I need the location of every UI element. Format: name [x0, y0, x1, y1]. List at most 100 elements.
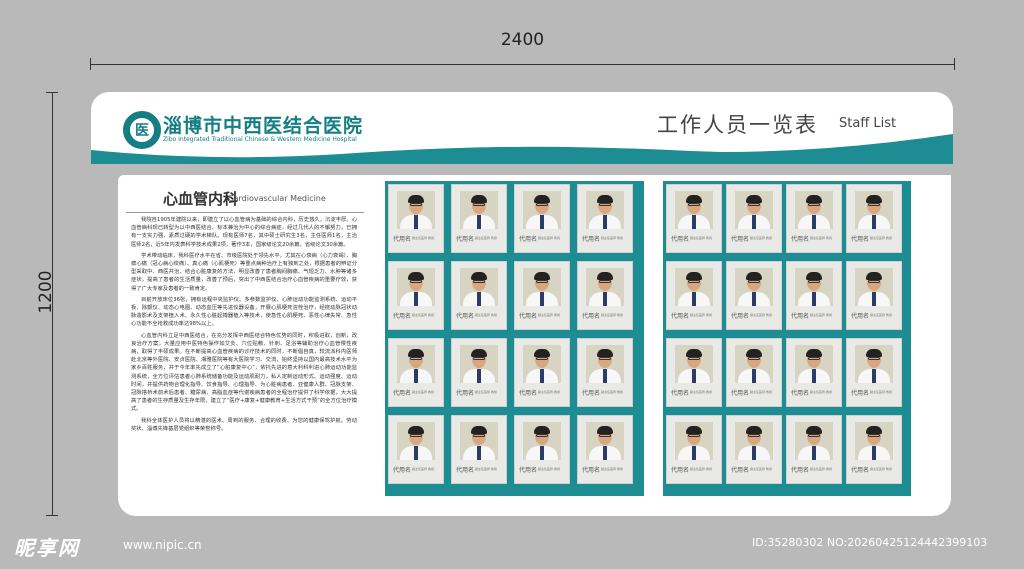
- staff-card: 代用名 副主任医师 教授: [786, 338, 842, 407]
- staff-card: 代用名 副主任医师 教授: [388, 184, 444, 253]
- staff-title: 副主任医师 教授: [601, 236, 623, 240]
- staff-card: 代用名 副主任医师 教授: [514, 415, 570, 484]
- staff-name: 代用名: [671, 467, 690, 474]
- staff-title: 副主任医师 教授: [870, 390, 892, 394]
- staff-title: 副主任医师 教授: [750, 313, 772, 317]
- staff-card: 代用名 副主任医师 教授: [846, 338, 902, 407]
- staff-photo: [460, 268, 498, 306]
- height-dimension: 1200: [36, 92, 58, 516]
- watermark-url: www.nipic.cn: [123, 538, 202, 552]
- staff-photo: [586, 268, 624, 306]
- staff-title: 副主任医师 教授: [690, 390, 712, 394]
- staff-photo: [735, 268, 773, 306]
- staff-card: 代用名 副主任医师 教授: [786, 415, 842, 484]
- staff-card: 代用名 副主任医师 教授: [577, 261, 633, 330]
- staff-card: 代用名 副主任医师 教授: [451, 261, 507, 330]
- staff-card: 代用名 副主任医师 教授: [786, 184, 842, 253]
- staff-name: 代用名: [519, 390, 538, 397]
- staff-photo: [795, 191, 833, 229]
- staff-title: 副主任医师 教授: [870, 236, 892, 240]
- staff-photo: [460, 191, 498, 229]
- staff-title: 副主任医师 教授: [601, 467, 623, 471]
- width-dimension-label: 2400: [500, 30, 545, 50]
- department-title-en: Cardiovascular Medicine: [228, 194, 326, 203]
- staff-name: 代用名: [393, 236, 412, 243]
- staff-name: 代用名: [519, 313, 538, 320]
- staff-name: 代用名: [582, 313, 601, 320]
- staff-photo: [855, 422, 893, 460]
- staff-photo: [586, 191, 624, 229]
- staff-photo: [397, 422, 435, 460]
- staff-card: 代用名 副主任医师 教授: [666, 338, 722, 407]
- staff-card: 代用名 副主任医师 教授: [577, 184, 633, 253]
- staff-photo: [523, 345, 561, 383]
- staff-name: 代用名: [456, 313, 475, 320]
- staff-card: 代用名 副主任医师 教授: [388, 415, 444, 484]
- staff-photo: [523, 268, 561, 306]
- staff-photo: [397, 345, 435, 383]
- staff-title: 副主任医师 教授: [750, 390, 772, 394]
- staff-title: 副主任医师 教授: [475, 313, 497, 317]
- staff-name: 代用名: [582, 390, 601, 397]
- staff-photo: [523, 422, 561, 460]
- staff-title: 副主任医师 教授: [412, 467, 434, 471]
- staff-title: 副主任医师 教授: [690, 313, 712, 317]
- staff-card: 代用名 副主任医师 教授: [666, 184, 722, 253]
- staff-card: 代用名 副主任医师 教授: [726, 415, 782, 484]
- staff-card: 代用名 副主任医师 教授: [388, 261, 444, 330]
- staff-photo: [523, 191, 561, 229]
- department-title: 心血管内科: [163, 190, 239, 208]
- staff-title: 副主任医师 教授: [412, 236, 434, 240]
- staff-name: 代用名: [393, 313, 412, 320]
- staff-list-title-en: Staff List: [839, 116, 897, 131]
- staff-title: 副主任医师 教授: [475, 236, 497, 240]
- watermark-site: 昵享网: [14, 536, 80, 560]
- hospital-name-en: Zibo Integrated Traditional Chinese & We…: [163, 136, 357, 143]
- staff-photo: [735, 422, 773, 460]
- staff-photo: [735, 345, 773, 383]
- staff-name: 代用名: [731, 236, 750, 243]
- logo-glyph: 医: [130, 118, 154, 142]
- staff-name: 代用名: [851, 390, 870, 397]
- staff-name: 代用名: [671, 390, 690, 397]
- staff-photo: [675, 191, 713, 229]
- height-dimension-label: 1200: [36, 270, 56, 314]
- staff-name: 代用名: [519, 236, 538, 243]
- staff-photo: [460, 422, 498, 460]
- staff-name: 代用名: [456, 467, 475, 474]
- staff-title: 副主任医师 教授: [475, 390, 497, 394]
- staff-name: 代用名: [791, 313, 810, 320]
- staff-name: 代用名: [456, 390, 475, 397]
- staff-card: 代用名 副主任医师 教授: [388, 338, 444, 407]
- description-paragraph: 心血管内科立足中西医结合，在充分发挥中西医结合特色优势的同时，积极进取，创新，改…: [131, 332, 357, 413]
- staff-photo: [795, 268, 833, 306]
- staff-title: 副主任医师 教授: [475, 467, 497, 471]
- staff-card: 代用名 副主任医师 教授: [846, 184, 902, 253]
- staff-photo: [675, 422, 713, 460]
- description-paragraph: 我院自1905年建院以来，即建立了以心血管病为基础的综合内科，历史悠久，沉淀丰厚…: [131, 217, 357, 248]
- staff-photo: [855, 345, 893, 383]
- staff-name: 代用名: [393, 467, 412, 474]
- staff-title: 副主任医师 教授: [750, 467, 772, 471]
- staff-card: 代用名 副主任医师 教授: [451, 338, 507, 407]
- department-description: 我院自1905年建院以来，即建立了以心血管病为基础的综合内科，历史悠久，沉淀丰厚…: [131, 216, 357, 506]
- staff-name: 代用名: [519, 467, 538, 474]
- staff-name: 代用名: [791, 390, 810, 397]
- staff-title: 副主任医师 教授: [690, 236, 712, 240]
- staff-title: 副主任医师 教授: [601, 390, 623, 394]
- staff-photo: [397, 268, 435, 306]
- staff-title: 副主任医师 教授: [538, 467, 560, 471]
- staff-photo: [675, 268, 713, 306]
- staff-photo: [675, 345, 713, 383]
- hospital-logo: 医: [123, 111, 161, 149]
- staff-title: 副主任医师 教授: [870, 467, 892, 471]
- staff-title: 副主任医师 教授: [870, 313, 892, 317]
- staff-card: 代用名 副主任医师 教授: [514, 261, 570, 330]
- staff-name: 代用名: [456, 236, 475, 243]
- width-dimension: 2400: [90, 30, 955, 70]
- staff-name: 代用名: [582, 236, 601, 243]
- description-paragraph: 学术带动临床，我科医疗水平在省、市级医院处于领先水平，尤其在心衰病（心力衰竭）、…: [131, 252, 357, 292]
- staff-list-title: 工作人员一览表: [657, 113, 818, 137]
- staff-title: 副主任医师 教授: [538, 236, 560, 240]
- staff-title: 副主任医师 教授: [810, 313, 832, 317]
